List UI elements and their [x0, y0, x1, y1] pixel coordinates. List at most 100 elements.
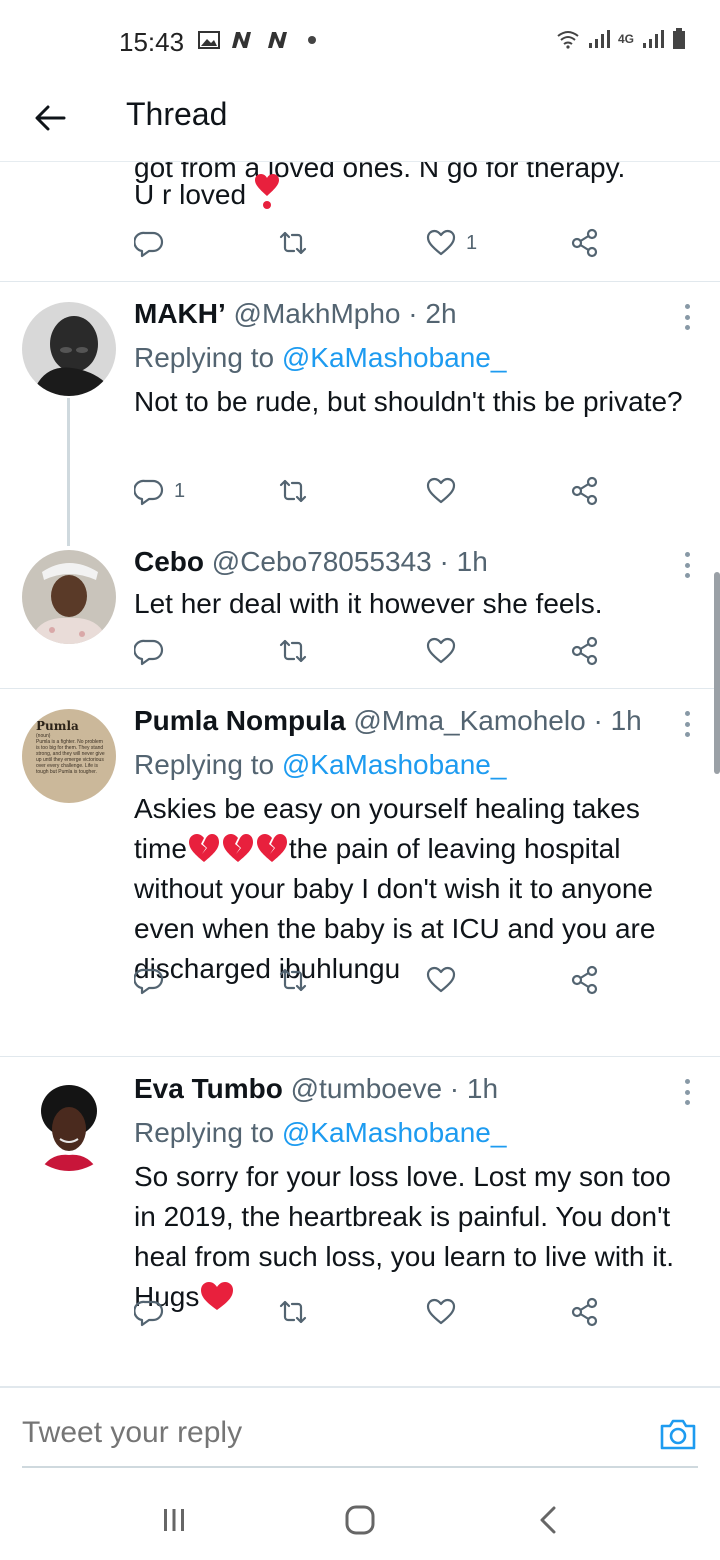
- tweet-actions: [134, 1297, 614, 1337]
- user-name[interactable]: Eva Tumbo: [134, 1073, 283, 1104]
- netflix-n-icon-2: [268, 32, 287, 48]
- more-notifications-dot: [308, 36, 316, 44]
- reply-icon: [134, 231, 164, 258]
- like-button[interactable]: [426, 965, 456, 995]
- share-button[interactable]: [570, 228, 600, 258]
- retweet-button[interactable]: [278, 1297, 308, 1327]
- retweet-button[interactable]: [278, 965, 308, 995]
- like-button[interactable]: [426, 476, 456, 506]
- reply-input[interactable]: [22, 1416, 582, 1450]
- replying-to: Replying to @KaMashobane_: [134, 1113, 698, 1153]
- back-button[interactable]: [28, 96, 72, 140]
- like-button[interactable]: [426, 1297, 456, 1327]
- reply-button[interactable]: [134, 965, 164, 995]
- home-button[interactable]: [340, 1500, 380, 1540]
- replying-to-handle[interactable]: @KaMashobane_: [282, 1117, 507, 1148]
- user-name[interactable]: Pumla Nompula: [134, 705, 346, 736]
- tweet-text-line: Askies be easy on yourself healing takes: [134, 793, 640, 824]
- back-arrow-icon: [35, 105, 66, 131]
- user-handle[interactable]: @MakhMpho: [234, 298, 401, 329]
- tweet-eva[interactable]: Eva Tumbo @tumboeve · 1h Replying to @Ka…: [0, 1057, 720, 1385]
- tweet-makh[interactable]: MAKH’ @MakhMpho · 2h Replying to @KaMash…: [0, 282, 720, 542]
- tweet-time: · 2h: [408, 298, 457, 329]
- retweet-button[interactable]: [278, 476, 308, 506]
- tweet-text-rest: the pain of leaving hospital: [288, 833, 621, 864]
- reply-button[interactable]: [134, 636, 164, 666]
- network-type: 4G: [617, 32, 634, 46]
- thread-header: Thread: [0, 80, 720, 162]
- replying-to: Replying to @KaMashobane_: [134, 338, 698, 378]
- composer-underline: [22, 1466, 698, 1468]
- camera-button[interactable]: [658, 1414, 698, 1454]
- share-button[interactable]: [570, 476, 600, 506]
- reply-count: 1: [174, 479, 186, 502]
- like-button[interactable]: [426, 636, 456, 666]
- user-handle[interactable]: @Cebo78055343: [212, 546, 432, 577]
- replying-to-label: Replying to: [134, 1117, 275, 1148]
- replying-to-handle[interactable]: @KaMashobane_: [282, 749, 507, 780]
- tweet-text: Askies be easy on yourself healing takes…: [134, 789, 698, 989]
- share-button[interactable]: [570, 965, 600, 995]
- replying-to-label: Replying to: [134, 749, 275, 780]
- replying-to-label: Replying to: [134, 342, 275, 373]
- tweet-pumla[interactable]: Pumla (noun) Pumla is a fighter. No prob…: [0, 689, 720, 1055]
- avatar[interactable]: Pumla (noun) Pumla is a fighter. No prob…: [22, 709, 116, 803]
- status-time: 15:43: [119, 27, 185, 57]
- broken-heart-emoji-icon: [256, 834, 287, 862]
- retweet-icon: [279, 1300, 307, 1324]
- retweet-icon: [279, 231, 307, 255]
- tweet-text-line: U r loved: [134, 179, 247, 210]
- like-button[interactable]: 1: [426, 228, 477, 258]
- reply-composer: [0, 1386, 720, 1482]
- netflix-n-icon: [232, 32, 251, 48]
- like-icon: [426, 1298, 456, 1325]
- retweet-icon: [279, 639, 307, 663]
- avatar-card-title: Pumla: [36, 719, 79, 733]
- like-icon: [426, 477, 456, 504]
- share-icon: [571, 636, 598, 666]
- tweet-meta: Eva Tumbo @tumboeve · 1h: [134, 1071, 698, 1107]
- tweet-text: So sorry for your loss love. Lost my son…: [134, 1157, 698, 1317]
- share-icon: [571, 228, 598, 258]
- retweet-icon: [279, 968, 307, 992]
- replying-to-handle[interactable]: @KaMashobane_: [282, 342, 507, 373]
- reply-button[interactable]: 1: [134, 476, 185, 506]
- tweet-previous[interactable]: got from a loved ones. N go for therapy.…: [0, 162, 720, 282]
- tweet-time: · 1h: [449, 1073, 499, 1104]
- tweet-meta: MAKH’ @MakhMpho · 2h: [134, 296, 698, 332]
- share-icon: [571, 965, 598, 995]
- user-name[interactable]: Cebo: [134, 546, 204, 577]
- share-button[interactable]: [570, 1297, 600, 1327]
- heart-exclamation-emoji-icon: [254, 174, 279, 209]
- avatar-card-text: Pumla is a fighter. No problem is too bi…: [36, 739, 105, 775]
- recent-apps-icon: [164, 1509, 184, 1531]
- user-name[interactable]: MAKH’: [134, 298, 226, 329]
- retweet-button[interactable]: [278, 636, 308, 666]
- avatar[interactable]: [22, 302, 116, 396]
- tweet-cebo[interactable]: Cebo @Cebo78055343 · 1h Let her deal wit…: [0, 542, 720, 688]
- replying-to: Replying to @KaMashobane_: [134, 745, 698, 785]
- reply-button[interactable]: [134, 1297, 164, 1327]
- home-icon: [345, 1505, 375, 1535]
- system-back-button[interactable]: [528, 1500, 568, 1540]
- retweet-button[interactable]: [278, 228, 308, 258]
- reply-button[interactable]: [134, 228, 164, 258]
- tweet-text: U r loved: [134, 174, 280, 215]
- thread-feed[interactable]: got from a loved ones. N go for therapy.…: [0, 162, 720, 1386]
- wifi-icon: [557, 31, 579, 49]
- recent-apps-button[interactable]: [154, 1500, 194, 1540]
- reply-icon: [134, 1300, 164, 1327]
- system-icons: 4G: [556, 28, 686, 50]
- user-handle[interactable]: @Mma_Kamohelo: [353, 705, 585, 736]
- tweet-time: · 1h: [593, 705, 642, 736]
- user-handle[interactable]: @tumboeve: [291, 1073, 442, 1104]
- tweet-text-time: time: [134, 833, 187, 864]
- avatar[interactable]: [22, 1077, 116, 1171]
- tweet-actions: 1: [134, 228, 614, 268]
- signal-icon: [588, 30, 610, 48]
- reply-icon: [134, 639, 164, 666]
- share-button[interactable]: [570, 636, 600, 666]
- avatar[interactable]: [22, 550, 116, 644]
- scrollbar[interactable]: [714, 572, 720, 774]
- avatar-pumla-card: Pumla (noun) Pumla is a fighter. No prob…: [36, 719, 106, 775]
